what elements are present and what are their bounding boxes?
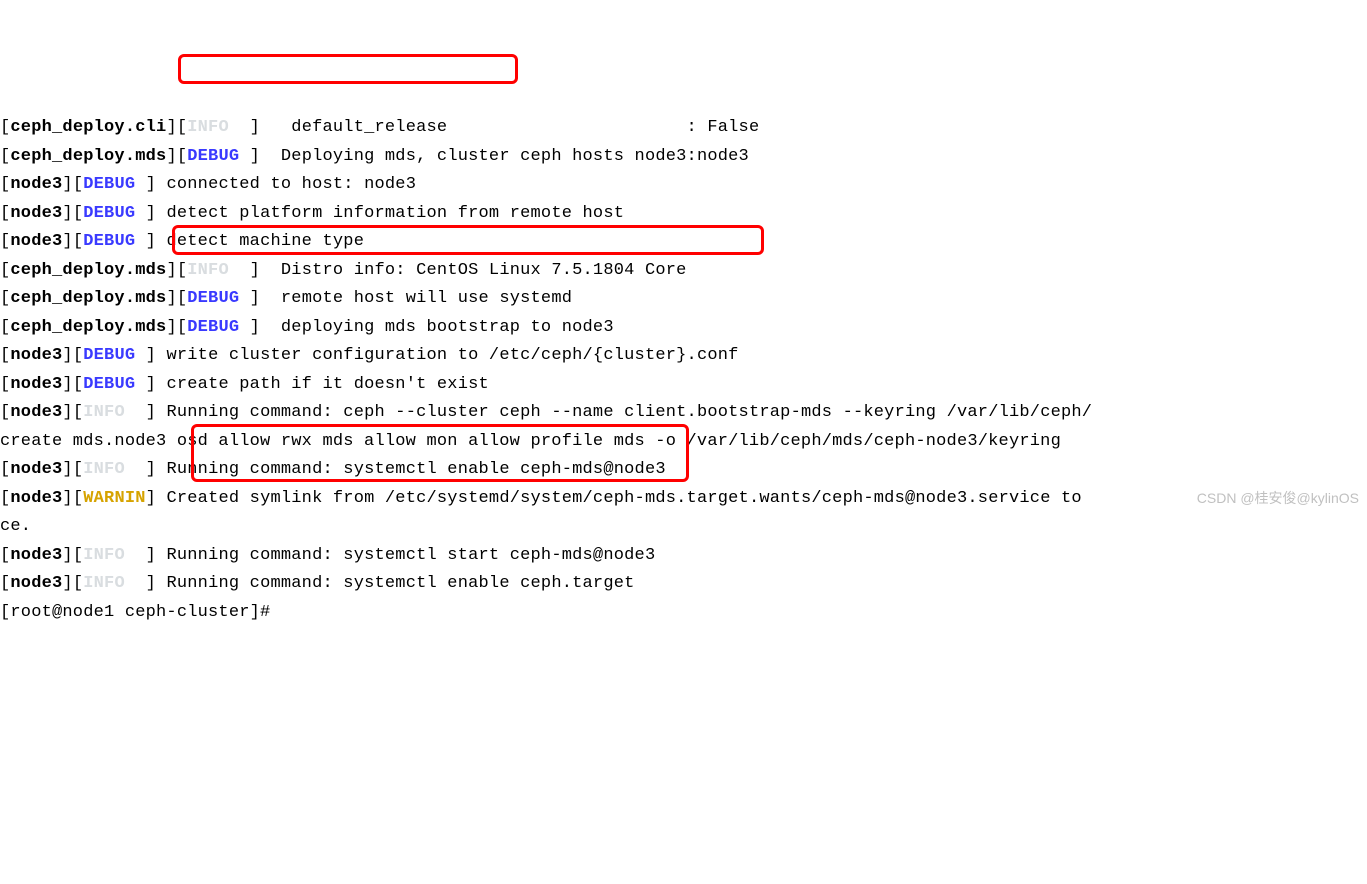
log-line: [node3][DEBUG ] write cluster configurat… — [0, 342, 1367, 371]
log-message: default_release : False — [270, 118, 759, 137]
log-level: DEBUG — [187, 289, 249, 308]
log-message: Running command: ceph --cluster ceph --n… — [156, 403, 1092, 422]
log-message: Running command: systemctl start ceph-md… — [156, 546, 655, 565]
log-source: node3 — [10, 346, 62, 365]
log-line: [ceph_deploy.mds][DEBUG ] Deploying mds,… — [0, 143, 1367, 172]
watermark-text: CSDN @桂安俊@kylinOS — [1197, 484, 1359, 513]
log-raw-text: create mds.node3 osd allow rwx mds allow… — [0, 432, 1061, 451]
log-source: node3 — [10, 546, 62, 565]
log-level: DEBUG — [187, 318, 249, 337]
log-source: ceph_deploy.mds — [10, 147, 166, 166]
log-source: ceph_deploy.mds — [10, 289, 166, 308]
log-message: Running command: systemctl enable ceph.t… — [156, 574, 634, 593]
log-line: [node3][INFO ] Running command: systemct… — [0, 542, 1367, 571]
shell-prompt[interactable]: [root@node1 ceph-cluster]# — [0, 603, 270, 622]
log-line: [node3][INFO ] Running command: ceph --c… — [0, 399, 1367, 428]
log-source: node3 — [10, 204, 62, 223]
log-level: INFO — [187, 118, 249, 137]
log-message: deploying mds bootstrap to node3 — [270, 318, 613, 337]
log-source: node3 — [10, 460, 62, 479]
log-source: node3 — [10, 403, 62, 422]
log-line: [node3][INFO ] Running command: systemct… — [0, 456, 1367, 485]
log-level: DEBUG — [83, 346, 145, 365]
log-line: [ceph_deploy.mds][DEBUG ] remote host wi… — [0, 285, 1367, 314]
log-level: INFO — [83, 403, 145, 422]
log-line: [root@node1 ceph-cluster]# — [0, 599, 1367, 628]
log-line: [node3][WARNIN] Created symlink from /et… — [0, 485, 1367, 514]
log-level: DEBUG — [187, 147, 249, 166]
log-level: INFO — [83, 574, 145, 593]
log-source: node3 — [10, 489, 62, 508]
log-line: [ceph_deploy.mds][DEBUG ] deploying mds … — [0, 314, 1367, 343]
log-message: connected to host: node3 — [156, 175, 416, 194]
terminal-output: [ceph_deploy.cli][INFO ] default_release… — [0, 114, 1367, 627]
log-line: create mds.node3 osd allow rwx mds allow… — [0, 428, 1367, 457]
log-source: ceph_deploy.mds — [10, 261, 166, 280]
log-message: remote host will use systemd — [270, 289, 572, 308]
log-source: node3 — [10, 232, 62, 251]
log-level: INFO — [187, 261, 249, 280]
log-message: Deploying mds, cluster ceph hosts node3:… — [270, 147, 748, 166]
log-message: detect platform information from remote … — [156, 204, 624, 223]
log-level: INFO — [83, 546, 145, 565]
highlight-box — [178, 54, 518, 84]
log-message: detect machine type — [156, 232, 364, 251]
log-source: node3 — [10, 175, 62, 194]
log-level: DEBUG — [83, 375, 145, 394]
log-level: DEBUG — [83, 175, 145, 194]
log-line: [node3][DEBUG ] create path if it doesn'… — [0, 371, 1367, 400]
log-line: [ceph_deploy.cli][INFO ] default_release… — [0, 114, 1367, 143]
log-source: ceph_deploy.cli — [10, 118, 166, 137]
log-source: node3 — [10, 574, 62, 593]
log-message: Running command: systemctl enable ceph-m… — [156, 460, 666, 479]
log-source: ceph_deploy.mds — [10, 318, 166, 337]
log-line: [node3][DEBUG ] detect platform informat… — [0, 200, 1367, 229]
log-line: [node3][DEBUG ] detect machine type — [0, 228, 1367, 257]
log-message: Created symlink from /etc/systemd/system… — [156, 489, 1082, 508]
log-source: node3 — [10, 375, 62, 394]
log-level: WARNIN — [83, 489, 145, 508]
log-message: create path if it doesn't exist — [156, 375, 489, 394]
log-line: ce. — [0, 513, 1367, 542]
log-message: Distro info: CentOS Linux 7.5.1804 Core — [270, 261, 686, 280]
log-raw-text: ce. — [0, 517, 31, 536]
log-line: [node3][INFO ] Running command: systemct… — [0, 570, 1367, 599]
log-level: DEBUG — [83, 204, 145, 223]
log-line: [node3][DEBUG ] connected to host: node3 — [0, 171, 1367, 200]
log-level: DEBUG — [83, 232, 145, 251]
log-message: write cluster configuration to /etc/ceph… — [156, 346, 739, 365]
log-level: INFO — [83, 460, 145, 479]
log-line: [ceph_deploy.mds][INFO ] Distro info: Ce… — [0, 257, 1367, 286]
